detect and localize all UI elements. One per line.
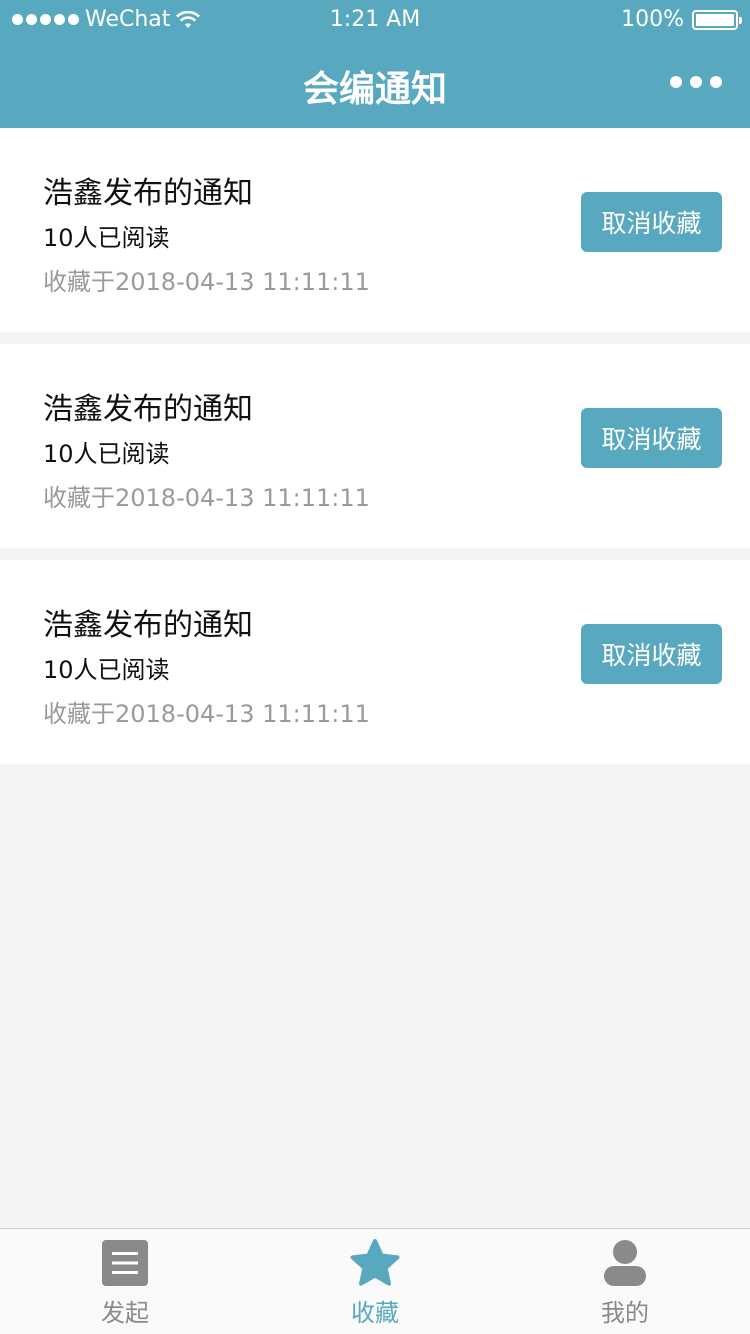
status-bar: WeChat 1:21 AM 100% (0, 0, 750, 40)
tab-profile[interactable]: 我的 (500, 1229, 750, 1334)
list-item[interactable]: 浩鑫发布的通知 10人已阅读 收藏于2018-04-13 11:11:11 取消… (0, 128, 750, 332)
tab-label: 我的 (601, 1299, 649, 1327)
list-item[interactable]: 浩鑫发布的通知 10人已阅读 收藏于2018-04-13 11:11:11 取消… (0, 344, 750, 548)
saved-time: 收藏于2018-04-13 11:11:11 (43, 268, 370, 296)
tab-label: 收藏 (351, 1299, 399, 1327)
page-title: 会编通知 (302, 69, 447, 110)
more-options-button[interactable] (670, 76, 722, 88)
nav-bar: 会编通知 (0, 40, 750, 128)
read-count: 10人已阅读 (43, 224, 170, 252)
tab-favorites[interactable]: 收藏 (250, 1229, 500, 1334)
saved-time: 收藏于2018-04-13 11:11:11 (43, 700, 370, 728)
battery-icon (692, 9, 742, 30)
star-icon (350, 1239, 400, 1286)
unfavorite-button[interactable]: 取消收藏 (581, 408, 722, 468)
tab-label: 发起 (101, 1299, 149, 1327)
unfavorite-button[interactable]: 取消收藏 (581, 624, 722, 684)
read-count: 10人已阅读 (43, 440, 170, 468)
notice-title: 浩鑫发布的通知 (43, 392, 253, 427)
notice-title: 浩鑫发布的通知 (43, 176, 253, 211)
unfavorite-button[interactable]: 取消收藏 (581, 192, 722, 252)
tab-bar: 发起 收藏 我的 (0, 1228, 750, 1334)
list-icon (102, 1240, 148, 1286)
read-count: 10人已阅读 (43, 656, 170, 684)
more-dots-icon (670, 76, 682, 88)
list-item[interactable]: 浩鑫发布的通知 10人已阅读 收藏于2018-04-13 11:11:11 取消… (0, 560, 750, 764)
favorites-list: 浩鑫发布的通知 10人已阅读 收藏于2018-04-13 11:11:11 取消… (0, 128, 750, 776)
status-right: 100% (621, 7, 742, 32)
saved-time: 收藏于2018-04-13 11:11:11 (43, 484, 370, 512)
battery-percent: 100% (621, 7, 684, 32)
app-screen: WeChat 1:21 AM 100% 会编通知 浩鑫发布的通知 10人已阅读 … (0, 0, 750, 1334)
notice-title: 浩鑫发布的通知 (43, 608, 253, 643)
user-icon (604, 1240, 646, 1286)
tab-launch[interactable]: 发起 (0, 1229, 250, 1334)
